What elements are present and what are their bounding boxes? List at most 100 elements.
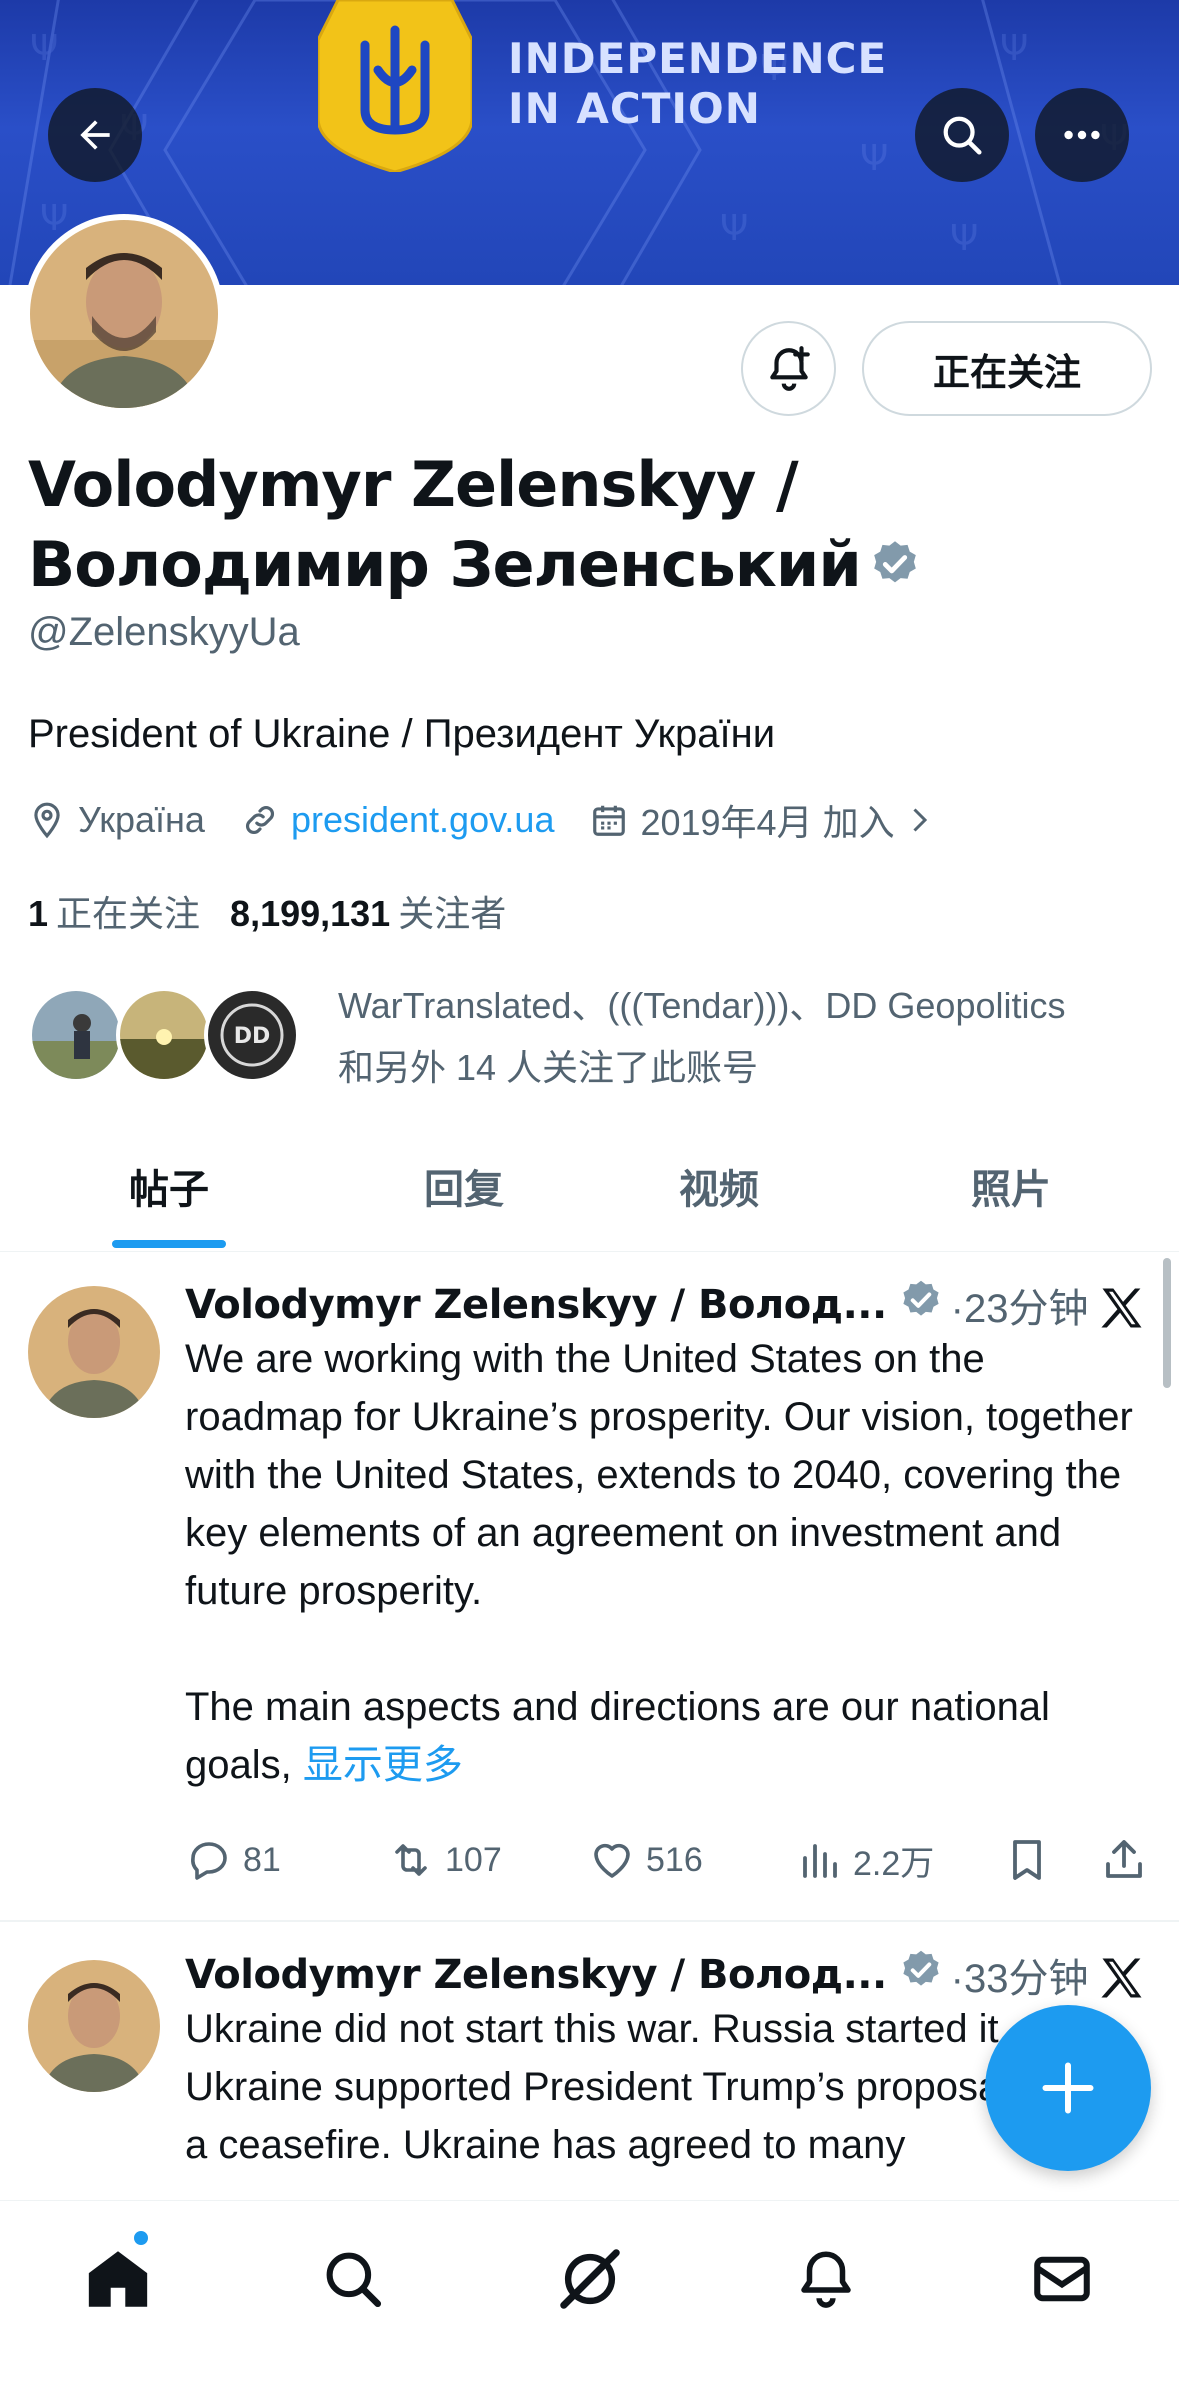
search-icon xyxy=(943,116,982,155)
svg-text:Ψ: Ψ xyxy=(30,28,58,69)
grok-icon xyxy=(560,2249,620,2309)
profile-handle: @ZelenskyyUa xyxy=(28,610,300,654)
profile-bio: President of Ukraine / Президент України xyxy=(28,712,776,756)
like-count: 516 xyxy=(646,1840,703,1879)
post-text: Ukraine did not start this war. Russia s… xyxy=(185,2007,1067,2167)
repost-button[interactable]: 107 xyxy=(387,1830,502,1890)
bookmark-icon xyxy=(1013,1840,1041,1880)
mini-avatar-2 xyxy=(116,987,212,1083)
profile-tabs: 帖子 回复 视频 照片 xyxy=(0,1120,1179,1252)
nav-messages[interactable] xyxy=(1022,2239,1102,2319)
verified-badge-icon xyxy=(899,1278,943,1332)
view-count: 2.2万 xyxy=(853,1844,935,1883)
tab-videos[interactable]: 视频 xyxy=(610,1120,828,1252)
banner-line-1: INDEPENDENCE xyxy=(508,34,888,83)
arrow-left-icon xyxy=(80,120,110,150)
x-logo-icon[interactable] xyxy=(1096,1952,1148,2004)
svg-text:Ψ: Ψ xyxy=(720,208,748,249)
ellipsis-icon xyxy=(1064,130,1100,140)
tab-posts[interactable]: 帖子 xyxy=(60,1120,278,1252)
post-author-name[interactable]: Volodymyr Zelenskyy / Волод... xyxy=(185,1282,887,1328)
verified-badge-icon[interactable] xyxy=(869,529,921,609)
mail-icon xyxy=(1034,2256,1090,2302)
display-name-text: Volodymyr Zelenskyy / Володимир Зеленськ… xyxy=(28,448,862,601)
show-more-link[interactable]: 显示更多 xyxy=(303,1743,463,1787)
heart-icon xyxy=(594,1843,630,1878)
post-text: We are working with the United States on… xyxy=(185,1330,1145,1794)
bottom-navigation xyxy=(0,2200,1179,2393)
calendar-icon xyxy=(593,805,626,836)
website[interactable]: president.gov.ua xyxy=(241,799,555,841)
post-timestamp[interactable]: ·23分钟 xyxy=(951,1276,1089,1334)
followers-you-know[interactable]: DD WarTranslated、(((Tendar)))、DD Geopoli… xyxy=(28,975,1158,1095)
profile-avatar[interactable] xyxy=(24,214,224,414)
bell-icon xyxy=(801,2251,851,2308)
joined-date[interactable]: 2019年4月 加入 xyxy=(590,794,948,846)
following-label: 正在关注 xyxy=(56,893,201,934)
mini-avatar-3: DD xyxy=(204,987,300,1083)
location-text: Україна xyxy=(78,799,205,840)
reply-icon xyxy=(191,1842,227,1880)
svg-text:Ψ: Ψ xyxy=(950,218,978,259)
compose-post-button[interactable] xyxy=(985,2005,1151,2171)
profile-meta: Україна president.gov.ua 2019年4月 加入 xyxy=(28,795,985,845)
avatar-portrait-image xyxy=(30,220,218,408)
home-icon xyxy=(88,2251,148,2307)
bookmark-button[interactable] xyxy=(1003,1830,1061,1890)
search-button[interactable] xyxy=(915,88,1009,182)
nav-grok[interactable] xyxy=(550,2239,630,2319)
home-notification-dot xyxy=(132,2229,150,2247)
scrollbar[interactable] xyxy=(1163,1258,1171,1388)
following-button[interactable]: 正在关注 xyxy=(862,321,1152,416)
search-icon xyxy=(326,2252,382,2308)
dd-logo-text: DD xyxy=(234,1024,271,1049)
views-chart-icon xyxy=(803,1844,837,1878)
follow-counts: 1 正在关注 8,199,131 关注者 xyxy=(28,885,536,937)
more-options-button[interactable] xyxy=(1035,88,1129,182)
svg-text:Ψ: Ψ xyxy=(860,138,888,179)
svg-text:Ψ: Ψ xyxy=(1000,28,1028,69)
following-count-link[interactable]: 1 正在关注 xyxy=(28,885,200,937)
following-count: 1 xyxy=(28,893,49,934)
post-header: Volodymyr Zelenskyy / Волод... ·23分钟 xyxy=(185,1278,1088,1332)
location: Україна xyxy=(28,799,205,841)
website-link[interactable]: president.gov.ua xyxy=(291,799,555,841)
x-logo-icon[interactable] xyxy=(1096,1282,1148,1334)
repost-count: 107 xyxy=(445,1840,502,1879)
tab-photos[interactable]: 照片 xyxy=(902,1120,1120,1252)
joined-text: 2019年4月 加入 xyxy=(640,802,895,843)
share-button[interactable] xyxy=(1100,1830,1158,1890)
post-divider xyxy=(0,1920,1179,1922)
like-button[interactable]: 516 xyxy=(588,1830,703,1890)
post-timestamp[interactable]: ·33分钟 xyxy=(951,1946,1089,2004)
share-icon xyxy=(1106,1840,1142,1878)
views-button[interactable]: 2.2万 xyxy=(795,1830,934,1890)
repost-icon xyxy=(395,1844,427,1876)
back-button[interactable] xyxy=(48,88,142,182)
post-author-name[interactable]: Volodymyr Zelenskyy / Волод... xyxy=(185,1952,887,1998)
followers-count-link[interactable]: 8,199,131 关注者 xyxy=(230,885,506,937)
nav-notifications[interactable] xyxy=(786,2239,866,2319)
post-actions: 81 107 516 2.2万 xyxy=(185,1830,1155,1890)
nav-home[interactable] xyxy=(78,2239,158,2319)
chevron-right-icon xyxy=(913,808,927,832)
link-icon xyxy=(245,806,274,834)
banner-line-2: IN ACTION xyxy=(508,84,761,133)
nav-search[interactable] xyxy=(313,2239,393,2319)
reply-button[interactable]: 81 xyxy=(185,1830,281,1890)
post-avatar[interactable] xyxy=(28,1960,160,2092)
bell-plus-icon xyxy=(769,345,810,391)
notification-bell-button[interactable] xyxy=(741,321,836,416)
reply-count: 81 xyxy=(243,1840,281,1879)
followers-label: 关注者 xyxy=(398,893,507,934)
profile-display-name: Volodymyr Zelenskyy / Володимир Зеленськ… xyxy=(28,445,1158,609)
tab-replies[interactable]: 回复 xyxy=(355,1120,573,1252)
post-header: Volodymyr Zelenskyy / Волод... ·33分钟 xyxy=(185,1948,1088,2002)
followed-by-text: WarTranslated、(((Tendar)))、DD Geopolitic… xyxy=(338,975,1066,1099)
followed-by-line-1: WarTranslated、(((Tendar)))、DD Geopolitic… xyxy=(338,985,1066,1026)
post-avatar[interactable] xyxy=(28,1286,160,1418)
active-tab-indicator xyxy=(112,1240,226,1248)
ukraine-shield-icon xyxy=(318,0,472,172)
plus-icon xyxy=(1042,2062,1094,2114)
mini-avatar-1 xyxy=(28,987,124,1083)
